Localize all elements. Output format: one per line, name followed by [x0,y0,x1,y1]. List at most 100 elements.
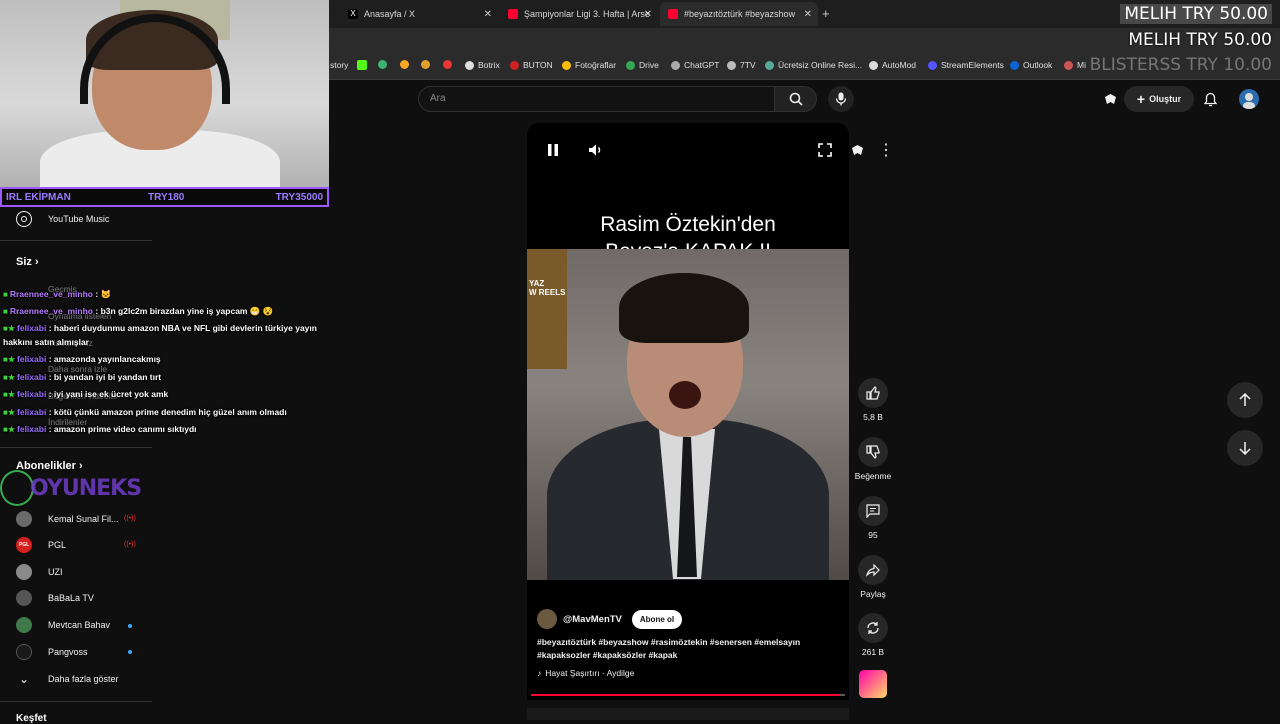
next-short-preview[interactable] [527,708,849,720]
sidebar-channel-pangvoss[interactable]: Pangvoss [16,644,88,660]
chat-username: felixabi [17,389,47,399]
sidebar: YouTube Music Siz › Geçmiş Oynatma liste… [0,207,160,724]
close-icon[interactable]: ✕ [804,9,812,20]
stream-chat-overlay: ■ Rraennee_ve_minho : 🐱 ■ Rraennee_ve_minh… [0,286,358,438]
bookmark-label: Outlook [1023,60,1053,70]
create-button[interactable]: + Oluştur [1124,86,1194,112]
bookmark-icon[interactable] [421,60,434,69]
bookmark-7tv[interactable]: 7TV [727,60,756,70]
bookmark-resim[interactable]: Ücretsiz Online Resi... [765,60,862,70]
hashtag-line[interactable]: #kapaksozler #kapaksözler #kapak [537,649,837,662]
bookmark-photos[interactable]: Fotoğraflar [562,60,616,70]
notifications-bell-icon[interactable] [1201,90,1219,108]
bookmark-label: Ücretsiz Online Resi... [778,60,863,70]
equipment-goal-bar: IRL EKİPMAN TRY180 TRY35000 [0,187,329,207]
bookmark-label: Drive [639,60,659,70]
chevron-right-icon: › [34,256,39,268]
hashtag-line[interactable]: #beyazıtöztürk #beyazshow #rasimöztekin … [537,636,837,649]
new-tab-button[interactable]: + [822,6,830,21]
fullscreen-button[interactable] [815,140,835,160]
kick-icon[interactable] [357,60,371,70]
channel-handle[interactable]: @MavMenTV [563,614,622,625]
next-short-button[interactable] [1227,430,1263,466]
badge-icon: ■★ [3,324,16,333]
sidebar-channel-mevtcan[interactable]: Mevtcan Bahav [16,617,110,633]
bookmark-botrix[interactable]: Botrix [465,60,500,70]
chat-message: ■ Rraennee_ve_minho : 🐱 [3,289,111,300]
progress-bar[interactable] [531,694,845,696]
pause-button[interactable] [543,140,563,160]
bookmark-chatgpt[interactable]: ChatGPT [671,60,719,70]
channel-avatar [16,511,32,527]
voice-search-button[interactable] [828,86,854,112]
sidebar-channel-kemal-sunal[interactable]: Kemal Sunal Fil... [16,511,119,527]
youtube-icon [508,9,518,19]
tab-x-home[interactable]: X Anasayfa / X ✕ [340,2,498,26]
bookmark-drive[interactable]: Drive [626,60,659,70]
chat-message: ■★ felixabi : amazonda yayınlancakmış [3,354,161,365]
thumbs-down-icon [858,437,888,467]
subscribe-button[interactable]: Abone ol [631,609,683,629]
search-input[interactable]: Ara [418,86,775,112]
tab-beyazshow[interactable]: #beyazıtöztürk #beyazshow ✕ [660,2,818,26]
bookmark-item[interactable]: story [330,60,348,70]
short-hashtags[interactable]: #beyazıtöztürk #beyazshow #rasimöztekin … [537,636,837,662]
sidebar-heading-you[interactable]: Siz › [16,256,39,268]
close-icon[interactable]: ✕ [644,9,652,20]
sidebar-channel-uzi[interactable]: UZI [16,564,63,580]
show-more-label: Daha fazla göster [48,674,119,684]
channel-avatar[interactable] [537,609,557,629]
bookmark-buton[interactable]: BUTON [510,60,553,70]
account-avatar[interactable] [1239,89,1259,109]
share-button[interactable]: Paylaş [852,555,894,599]
bookmark-icon[interactable] [443,60,456,69]
sidebar-channel-babala[interactable]: BaBaLa TV [16,590,94,606]
music-note-icon: ♪ [537,668,542,678]
arrow-up-icon [1239,393,1251,406]
sidebar-show-more[interactable]: ⌄ Daha fazla göster [16,671,119,687]
sponsor-name: OYUNEKS [30,476,142,501]
chat-message: ■ Rraennee_ve_minho : b3n g2lc2m birazdan… [3,306,273,317]
sidebar-item-youtube-music[interactable]: YouTube Music [16,211,109,227]
share-icon [858,555,888,585]
sidebar-heading-explore[interactable]: Keşfet [16,713,47,724]
like-button[interactable]: 5,8 B [852,378,894,422]
chat-text: : iyi yani ise ek ücret yok amk [48,389,169,399]
bookmark-label: 7TV [740,60,756,70]
search-button[interactable] [775,86,817,112]
chat-message: ■★ felixabi : kötü çünkü amazon prime den… [3,407,287,418]
volume-button[interactable] [586,140,606,160]
gamepad-icon[interactable] [1101,90,1119,108]
bookmark-icon[interactable] [400,60,413,69]
remix-button[interactable]: 261 B [852,613,894,657]
close-icon[interactable]: ✕ [484,9,492,20]
share-label: Paylaş [860,589,886,599]
audio-source-thumbnail[interactable] [859,670,887,698]
badge-icon: ■★ [3,390,16,399]
song-title: Hayat Şaşırtırı · Aydilge [545,668,635,678]
bookmark-icon[interactable] [378,60,391,69]
gamepad-icon[interactable] [847,140,867,160]
bookmark-automod[interactable]: AutoMod [869,60,916,70]
bookmark-label: Fotoğraflar [575,60,617,70]
thumbs-up-icon [858,378,888,408]
shorts-player[interactable]: Rasim Öztekin'den Beyaz'a KAPAK !! YAZ W… [527,123,849,700]
bookmark-streamelements[interactable]: StreamElements [928,60,1004,70]
new-content-dot [128,624,132,628]
comments-button[interactable]: 95 [852,496,894,540]
bookmark-outlook[interactable]: Outlook [1010,60,1052,70]
dislike-button[interactable]: Beğenme [852,437,894,481]
person-hair [619,273,749,343]
chat-message: hakkını satın almışlar [3,337,89,348]
remix-icon [858,613,888,643]
person-mouth [669,381,701,409]
sound-link[interactable]: ♪ Hayat Şaşırtırı · Aydilge [537,668,634,678]
remix-count: 261 B [861,647,885,657]
previous-short-button[interactable] [1227,382,1263,418]
goal-label: IRL EKİPMAN [6,191,71,203]
more-options-icon[interactable]: ⋮ [876,140,896,160]
bookmark-mi[interactable]: Mi [1064,60,1086,70]
tab-sampiyonlar[interactable]: Şampiyonlar Ligi 3. Hafta | Arse ✕ [500,2,658,26]
sidebar-channel-pgl[interactable]: PGL PGL [16,537,66,553]
caption-line: Rasim Öztekin'den [597,213,779,236]
